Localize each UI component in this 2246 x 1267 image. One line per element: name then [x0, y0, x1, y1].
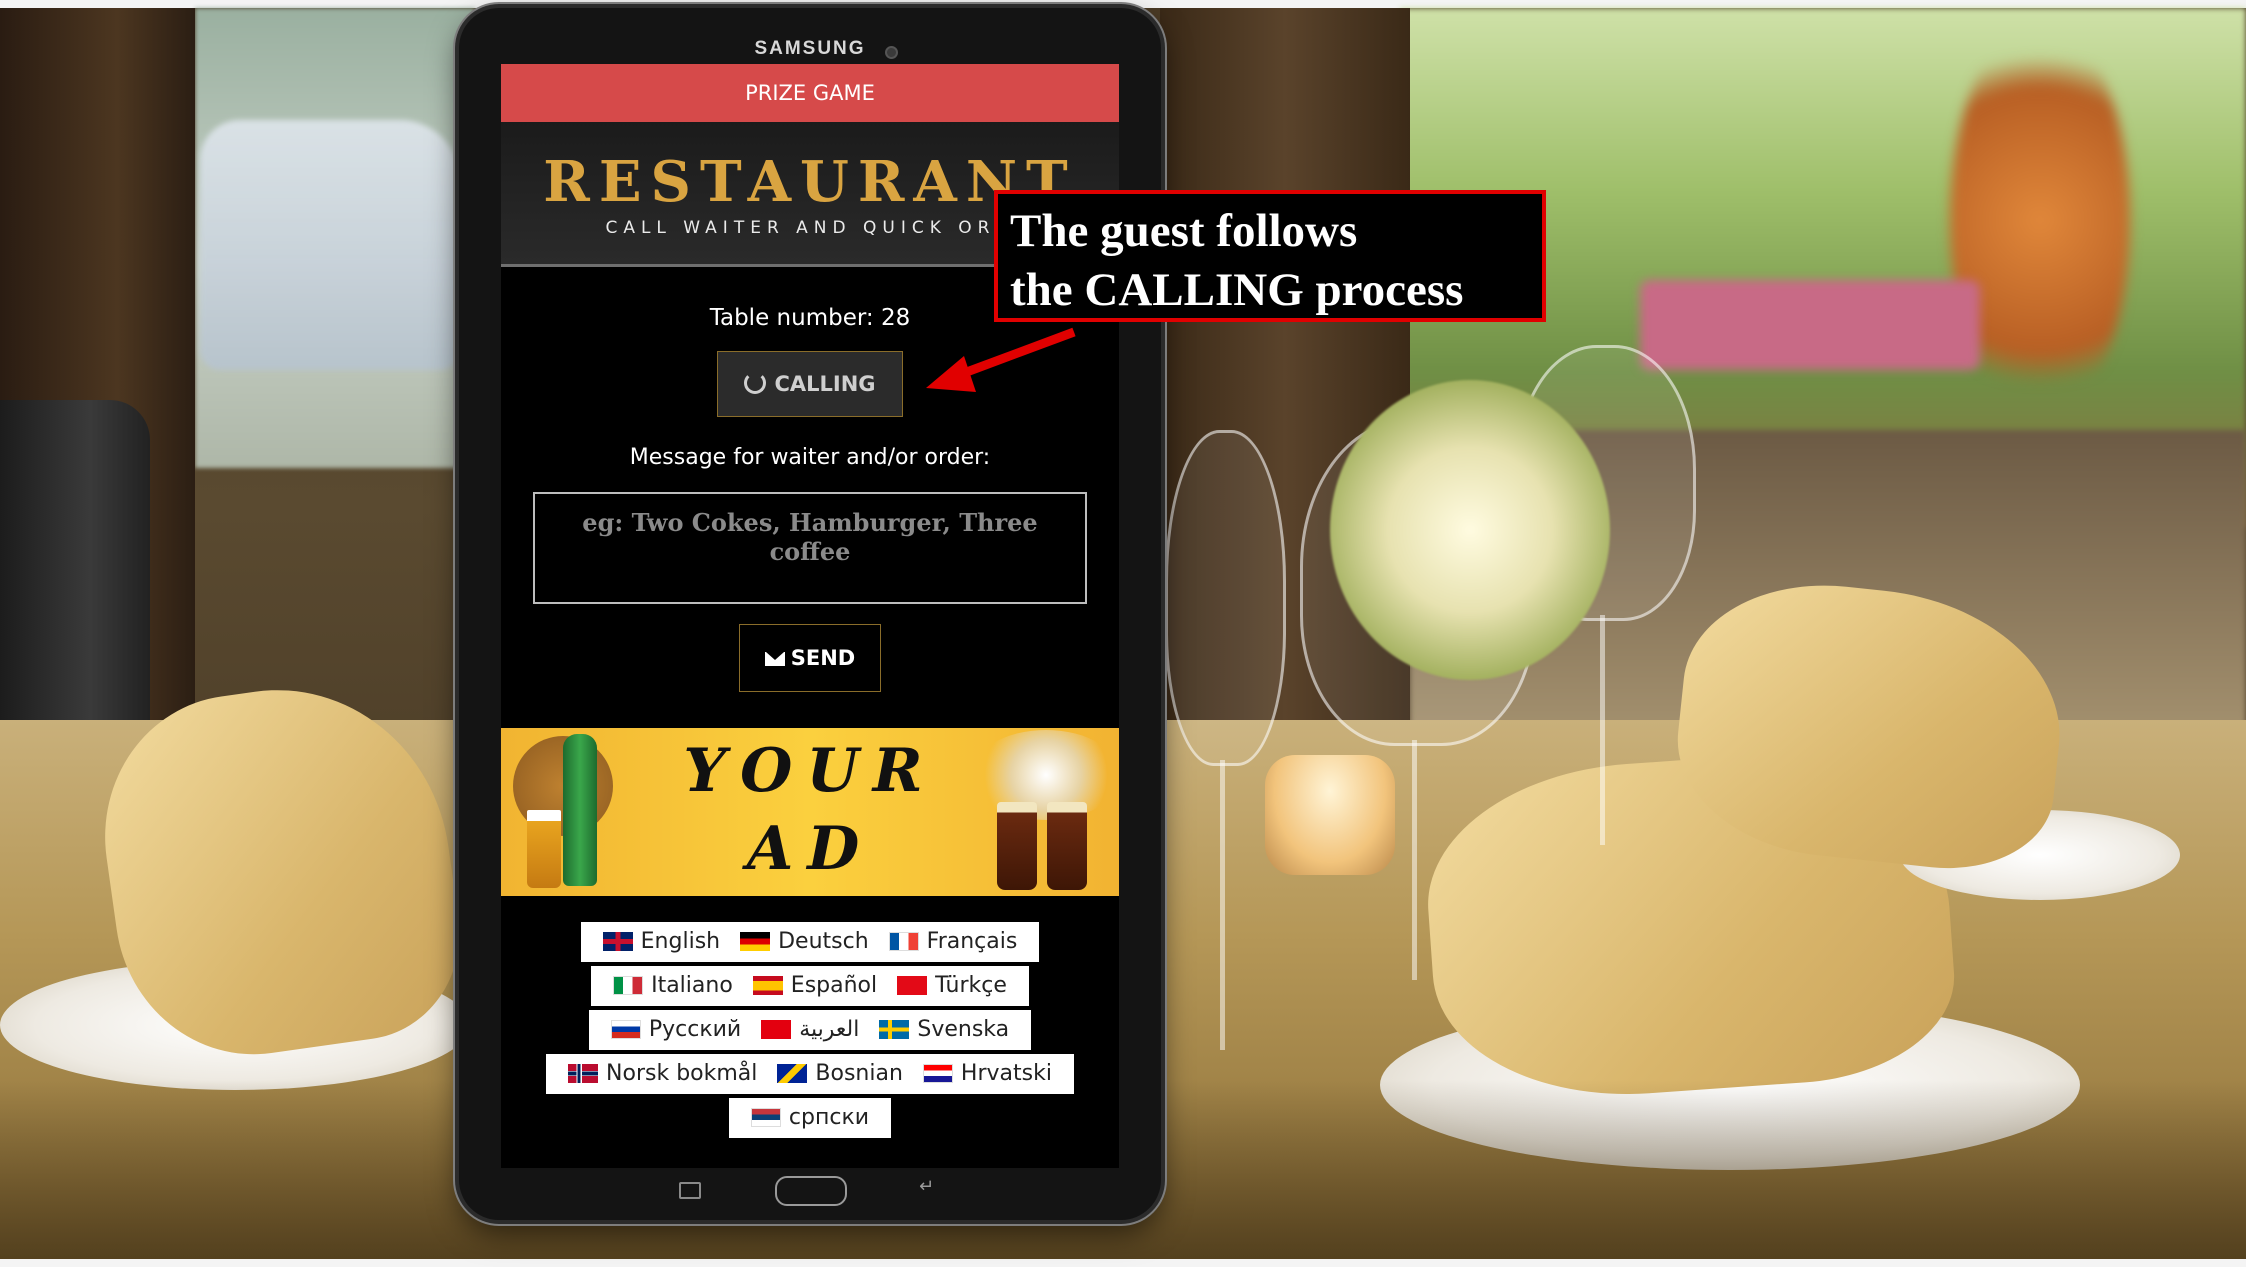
glass-stem-1 [1220, 760, 1225, 1050]
flag-ba-icon [777, 1064, 808, 1083]
language-row: српски [501, 1098, 1119, 1140]
language-label: Русский [648, 1017, 742, 1042]
language-label: Français [926, 929, 1018, 954]
glass-stem-2 [1412, 740, 1417, 980]
recent-apps-icon[interactable] [679, 1182, 701, 1199]
send-button-label: SEND [790, 646, 856, 670]
flag-no-icon [568, 1064, 599, 1083]
language-option-italiano[interactable]: Italiano [613, 966, 733, 1006]
camera-icon [885, 46, 898, 59]
language-option-russian[interactable]: Русский [610, 1010, 742, 1050]
language-label: English [640, 929, 721, 954]
language-group: Norsk bokmål Bosnian Hrvatski [546, 1054, 1074, 1094]
spinner-icon [744, 372, 767, 394]
language-group: Русский العربية Svenska [588, 1010, 1032, 1050]
flower-vase [1330, 380, 1610, 680]
language-option-norsk[interactable]: Norsk bokmål [568, 1054, 757, 1094]
language-label: العربية [799, 1017, 860, 1042]
flag-rs-icon [750, 1108, 781, 1127]
language-label: Bosnian [815, 1061, 903, 1086]
send-button[interactable]: SEND [739, 624, 881, 692]
language-label: Hrvatski [960, 1061, 1052, 1086]
language-group: English Deutsch Français [580, 922, 1040, 962]
language-option-arabic[interactable]: العربية [761, 1010, 859, 1050]
flag-it-icon [613, 976, 644, 995]
language-label: Norsk bokmål [606, 1061, 758, 1086]
ad-line-1: YOUR [683, 736, 937, 806]
language-selector: English Deutsch Français Italiano Español Tü… [501, 922, 1119, 1140]
back-icon[interactable]: ↵ [919, 1176, 934, 1197]
flag-ar-icon [761, 1020, 792, 1039]
flag-hr-icon [922, 1064, 953, 1083]
language-option-svenska[interactable]: Svenska [879, 1010, 1009, 1050]
language-option-hrvatski[interactable]: Hrvatski [922, 1054, 1052, 1094]
language-label: Deutsch [778, 929, 869, 954]
background-bench [1640, 280, 1980, 370]
callout-line-2: the CALLING process [1010, 264, 1464, 316]
language-option-bosnian[interactable]: Bosnian [777, 1054, 903, 1094]
language-row: Norsk bokmål Bosnian Hrvatski [501, 1054, 1119, 1096]
language-option-turkce[interactable]: Türkçe [897, 966, 1007, 1006]
prize-game-bar[interactable]: PRIZE GAME [501, 64, 1119, 122]
flag-tr-icon [897, 976, 928, 995]
bottom-edge [0, 1259, 2246, 1267]
flag-se-icon [879, 1020, 910, 1039]
language-label: Svenska [917, 1017, 1010, 1042]
envelope-icon [764, 652, 785, 666]
glass-stem-3 [1600, 615, 1605, 845]
language-group: Italiano Español Türkçe [591, 966, 1029, 1006]
language-option-english[interactable]: English [602, 922, 721, 962]
wine-glass-1 [1165, 430, 1286, 766]
home-button[interactable] [775, 1176, 847, 1206]
flag-gb-icon [602, 932, 633, 951]
callout-line-1: The guest follows [1010, 205, 1358, 257]
background-car [200, 120, 460, 370]
language-label: Italiano [651, 973, 733, 998]
language-group: српски [728, 1098, 892, 1138]
language-option-serbian[interactable]: српски [750, 1098, 870, 1138]
annotation-callout: The guest follows the CALLING process [994, 190, 1546, 322]
language-option-espanol[interactable]: Español [752, 966, 878, 1006]
message-input[interactable] [533, 492, 1087, 604]
language-label: Español [790, 973, 878, 998]
language-label: Türkçe [935, 973, 1007, 998]
tablet-nav-keys: ↵ [459, 1176, 1161, 1206]
language-option-francais[interactable]: Français [888, 922, 1018, 962]
language-label: српски [788, 1105, 870, 1130]
ad-banner[interactable]: YOUR AD [501, 728, 1119, 896]
flag-ru-icon [610, 1020, 641, 1039]
language-option-deutsch[interactable]: Deutsch [740, 922, 869, 962]
tablet-brand: SAMSUNG [754, 38, 866, 59]
callout-arrow-icon [926, 327, 1076, 392]
top-edge [0, 0, 2246, 8]
ad-line-2: AD [746, 814, 874, 884]
calling-button-label: CALLING [774, 372, 876, 396]
calling-button[interactable]: CALLING [717, 351, 903, 417]
language-row: Italiano Español Türkçe [501, 966, 1119, 1008]
candle [1265, 755, 1395, 875]
flag-es-icon [752, 976, 783, 995]
message-label: Message for waiter and/or order: [629, 445, 991, 470]
flag-fr-icon [888, 932, 919, 951]
language-row: English Deutsch Français [501, 922, 1119, 964]
language-row: Русский العربية Svenska [501, 1010, 1119, 1052]
flag-de-icon [740, 932, 771, 951]
